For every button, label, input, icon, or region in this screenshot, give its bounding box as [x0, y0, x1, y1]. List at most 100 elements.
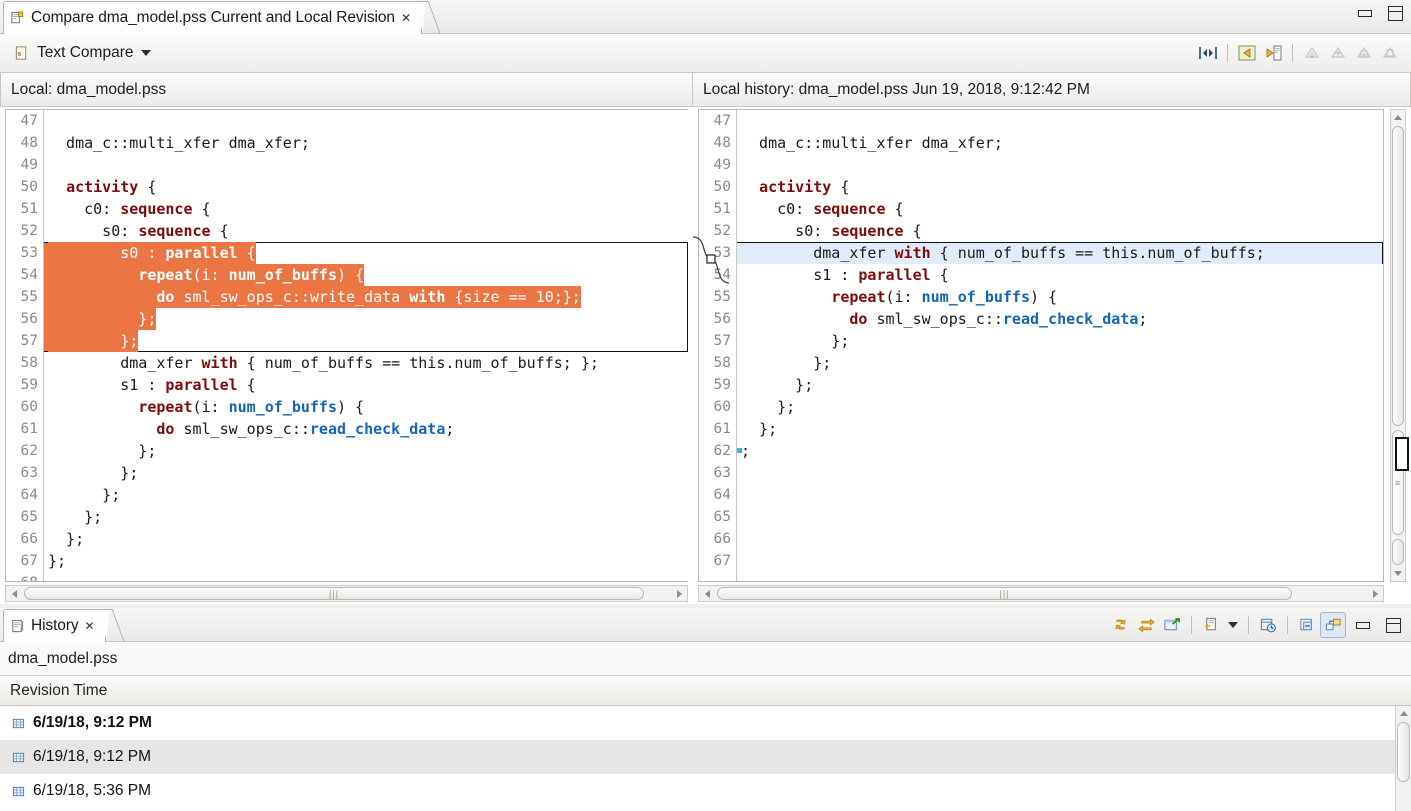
code-line[interactable]: 51 c0: sequence {	[699, 198, 1383, 220]
right-hscroll-thumb[interactable]: |||	[717, 587, 1292, 600]
toolbar-separator	[1227, 44, 1228, 62]
next-difference-button[interactable]	[1351, 40, 1377, 66]
view-menu-button[interactable]	[1224, 612, 1242, 638]
code-line[interactable]: 49	[6, 154, 688, 176]
code-line[interactable]: 68	[6, 572, 688, 582]
pin-layout-button[interactable]	[1320, 612, 1346, 638]
copy-all-right-to-left-button[interactable]	[1234, 40, 1260, 66]
code-line[interactable]: 47	[6, 110, 688, 132]
right-editor-surface[interactable]: 4748 dma_c::multi_xfer dma_xfer;4950 act…	[698, 109, 1384, 582]
tab-history[interactable]: History ✕	[3, 609, 106, 642]
scroll-down-arrow[interactable]	[1391, 566, 1405, 581]
history-tab-title: History	[31, 617, 79, 635]
code-line[interactable]: 52 s0: sequence {	[699, 220, 1383, 242]
open-button[interactable]	[1159, 612, 1185, 638]
code-line[interactable]: 62 };	[6, 440, 688, 462]
code-line[interactable]: 54 s1 : parallel {	[699, 264, 1383, 286]
difference-overview-marker[interactable]	[1395, 437, 1409, 471]
scroll-right-arrow[interactable]	[1367, 586, 1383, 601]
compare-mode-button[interactable]	[1133, 612, 1159, 638]
code-token: ) {	[337, 266, 364, 284]
code-line[interactable]: 60 };	[699, 396, 1383, 418]
scroll-left-arrow[interactable]	[6, 586, 22, 601]
minimize-icon[interactable]	[1356, 622, 1370, 629]
code-line[interactable]: 61 };	[699, 418, 1383, 440]
code-line[interactable]: 64 };	[6, 484, 688, 506]
code-token: sml_sw_ops_c::	[174, 420, 309, 438]
previous-difference-button[interactable]	[1377, 40, 1403, 66]
left-hscroll-thumb[interactable]: |||	[24, 587, 644, 600]
link-with-editor-button[interactable]	[1198, 612, 1224, 638]
maximize-icon[interactable]	[1386, 618, 1401, 633]
history-vscroll-thumb[interactable]	[1397, 722, 1410, 782]
scroll-left-arrow[interactable]	[699, 586, 715, 601]
code-line[interactable]: 59 };	[699, 374, 1383, 396]
code-line[interactable]: 60 repeat(i: num_of_buffs) {	[6, 396, 688, 418]
code-line[interactable]: 65 };	[6, 506, 688, 528]
maximize-icon[interactable]	[1388, 6, 1403, 21]
code-line[interactable]: 48 dma_c::multi_xfer dma_xfer;	[699, 132, 1383, 154]
history-row[interactable]: 6/19/18, 9:12 PM	[0, 740, 1411, 774]
select-previous-change-button[interactable]	[1325, 40, 1351, 66]
code-line[interactable]: 50 activity {	[6, 176, 688, 198]
code-line[interactable]: 52 s0: sequence {	[6, 220, 688, 242]
compare-mode-selector[interactable]: s Text Compare	[0, 44, 151, 62]
history-column-header[interactable]: Revision Time	[0, 676, 1411, 706]
code-line[interactable]: 47	[699, 110, 1383, 132]
group-by-date-button[interactable]	[1255, 612, 1281, 638]
collapse-all-button[interactable]	[1294, 612, 1320, 638]
minimize-icon[interactable]	[1358, 10, 1372, 17]
refresh-button[interactable]	[1107, 612, 1133, 638]
code-line[interactable]: 57 };	[699, 330, 1383, 352]
history-row[interactable]: 6/19/18, 5:36 PM	[0, 774, 1411, 808]
code-token: s1 :	[741, 266, 858, 284]
copy-current-right-to-left-button[interactable]	[1260, 40, 1286, 66]
chevron-down-icon[interactable]	[141, 50, 151, 56]
history-icon	[10, 619, 25, 634]
vscroll-track-lower[interactable]	[1392, 539, 1404, 565]
left-code-area[interactable]: 4748 dma_c::multi_xfer dma_xfer;4950 act…	[6, 110, 688, 581]
code-token: (i:	[193, 398, 229, 416]
code-line[interactable]: 58 };	[699, 352, 1383, 374]
code-line[interactable]: 53 dma_xfer with { num_of_buffs == this.…	[699, 242, 1383, 264]
right-code-area[interactable]: 4748 dma_c::multi_xfer dma_xfer;4950 act…	[699, 110, 1383, 581]
code-line[interactable]: 63	[699, 462, 1383, 484]
code-line[interactable]: 51 c0: sequence {	[6, 198, 688, 220]
right-horizontal-scrollbar[interactable]: |||	[698, 585, 1384, 602]
code-line[interactable]: 50 activity {	[699, 176, 1383, 198]
right-vertical-scrollbar[interactable]: ≡	[1390, 109, 1406, 582]
code-line[interactable]: 61 do sml_sw_ops_c::read_check_data;	[6, 418, 688, 440]
select-next-change-button[interactable]	[1299, 40, 1325, 66]
history-vertical-scrollbar[interactable]	[1395, 706, 1411, 811]
code-line[interactable]: 49	[699, 154, 1383, 176]
line-number: 61	[699, 418, 736, 440]
scroll-up-arrow[interactable]	[1396, 706, 1411, 721]
tab-close-icon[interactable]: ✕	[401, 12, 411, 24]
left-horizontal-scrollbar[interactable]: |||	[5, 585, 688, 602]
left-editor-surface[interactable]: 4748 dma_c::multi_xfer dma_xfer;4950 act…	[5, 109, 688, 582]
code-token: { num_of_buffs == this.num_of_buffs;	[931, 244, 1265, 262]
code-line[interactable]: 62;	[699, 440, 1383, 462]
code-line[interactable]: 56 do sml_sw_ops_c::read_check_data;	[699, 308, 1383, 330]
code-line[interactable]: 58 dma_xfer with { num_of_buffs == this.…	[6, 352, 688, 374]
code-line[interactable]: 63 };	[6, 462, 688, 484]
code-line[interactable]: 67};	[6, 550, 688, 572]
scroll-right-arrow[interactable]	[671, 586, 687, 601]
code-line[interactable]: 66	[699, 528, 1383, 550]
scroll-up-arrow[interactable]	[1391, 110, 1405, 125]
code-line[interactable]: 48 dma_c::multi_xfer dma_xfer;	[6, 132, 688, 154]
code-line[interactable]: 67	[699, 550, 1383, 572]
code-line[interactable]: 55 repeat(i: num_of_buffs) {	[699, 286, 1383, 308]
code-line[interactable]: 59 s1 : parallel {	[6, 374, 688, 396]
tab-compare-dma-model[interactable]: Compare dma_model.pss Current and Local …	[3, 1, 422, 34]
code-line[interactable]: 66 };	[6, 528, 688, 550]
history-revision-list[interactable]: 6/19/18, 9:12 PM6/19/18, 9:12 PM6/19/18,…	[0, 706, 1411, 811]
code-line-text: do sml_sw_ops_c::write_data with {size =…	[48, 286, 581, 308]
vscroll-track-upper[interactable]	[1392, 126, 1404, 426]
refresh-icon	[1111, 616, 1130, 634]
code-line[interactable]: 64	[699, 484, 1383, 506]
switch-compare-viewer-button[interactable]	[1195, 40, 1221, 66]
tab-close-icon[interactable]: ✕	[85, 620, 95, 632]
history-row[interactable]: 6/19/18, 9:12 PM	[0, 706, 1411, 740]
code-line[interactable]: 65	[699, 506, 1383, 528]
